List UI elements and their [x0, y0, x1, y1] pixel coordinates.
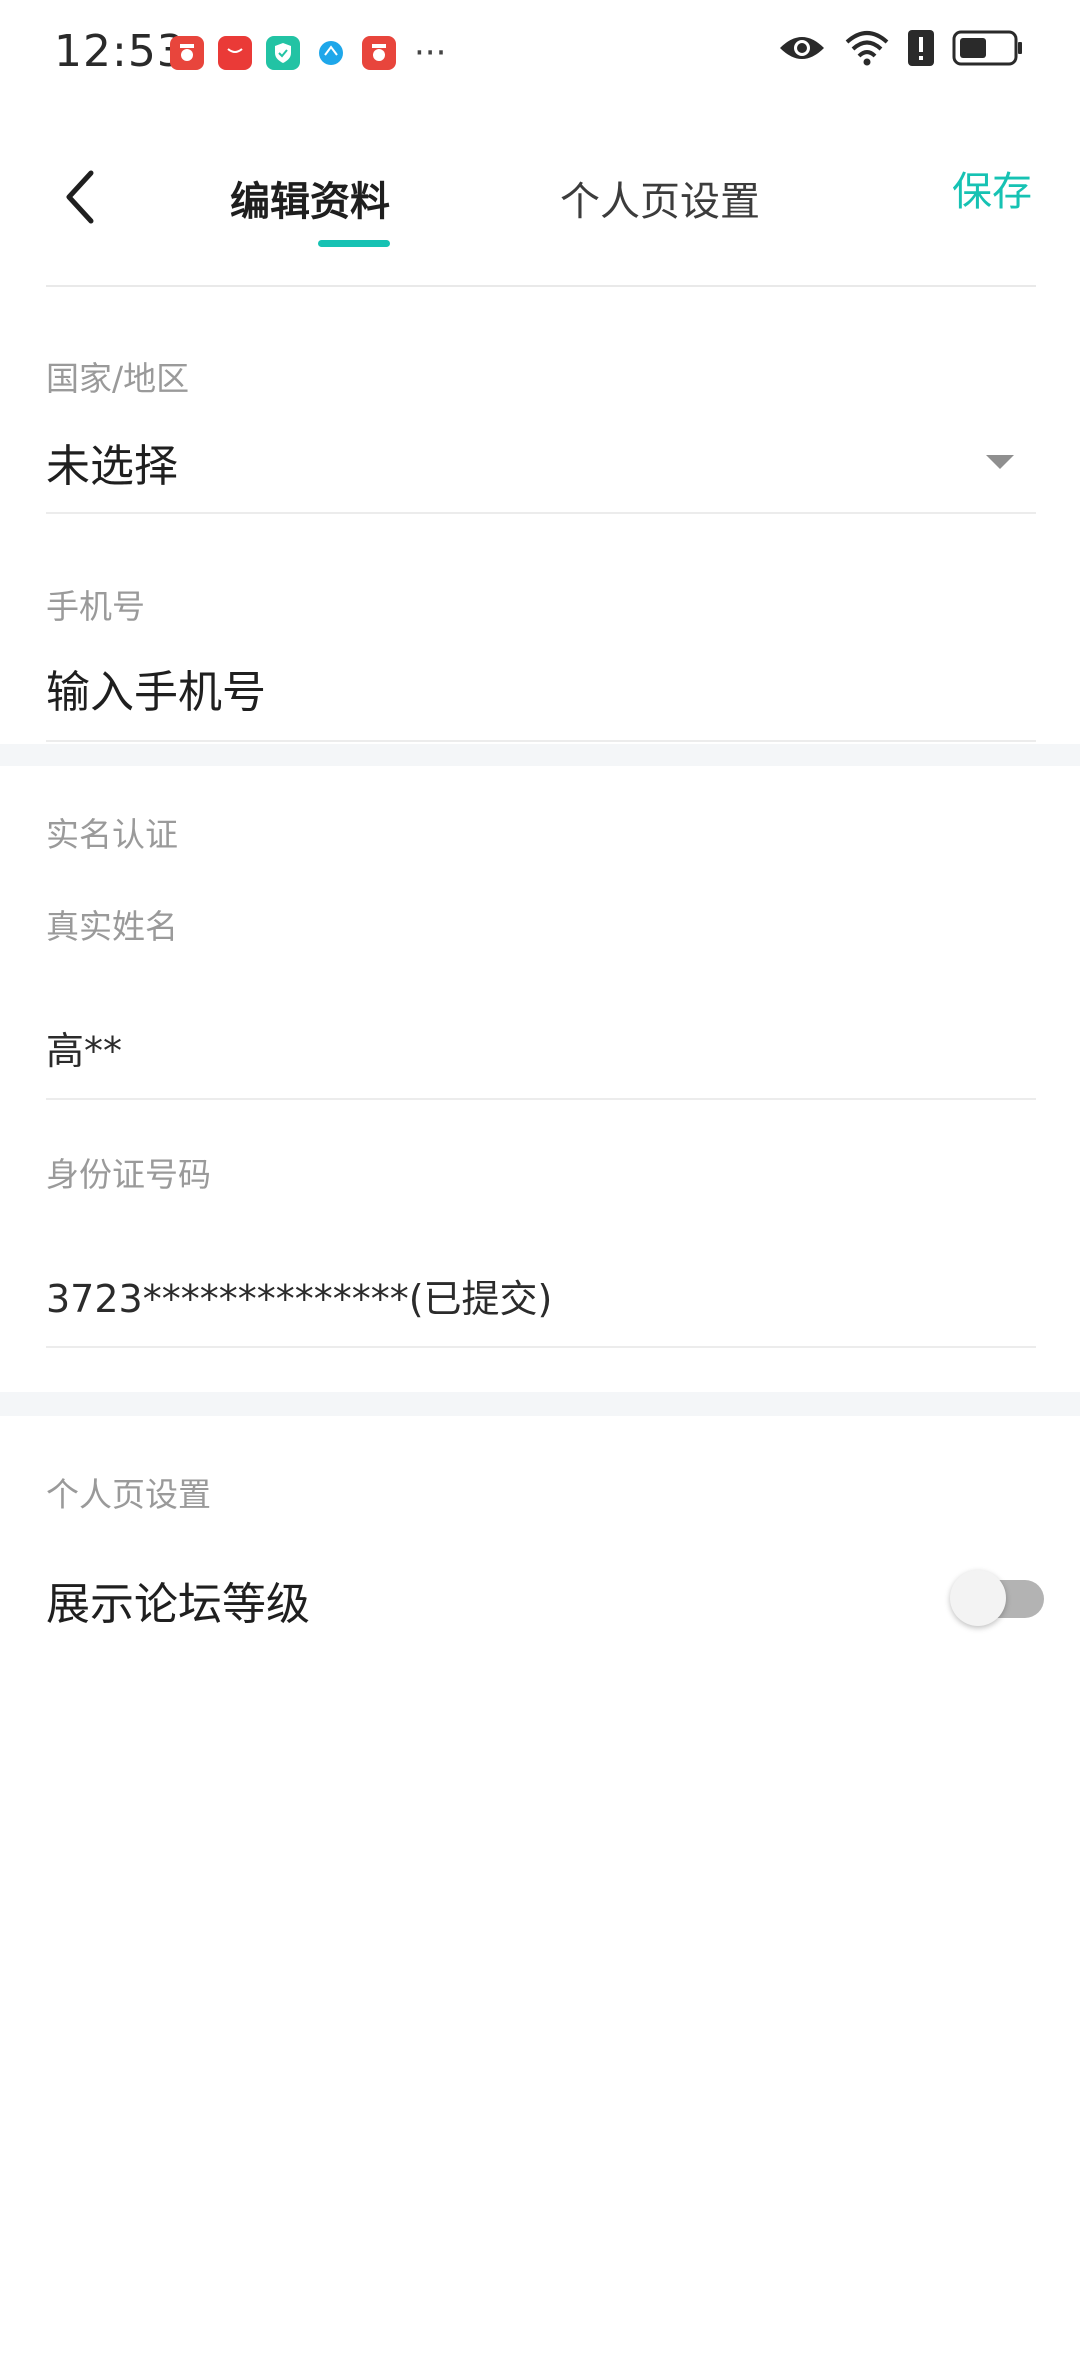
toggle-knob [950, 1570, 1006, 1626]
realname-value: 高** [46, 1029, 123, 1073]
wifi-icon [845, 31, 889, 66]
id-number-divider [46, 1346, 1036, 1348]
id-number-label: 身份证号码 [46, 1155, 211, 1194]
region-value: 未选择 [46, 441, 178, 492]
caret-down-icon [986, 455, 1014, 469]
realname-label: 真实姓名 [46, 907, 178, 946]
more-notifications-icon: ··· [414, 33, 447, 73]
alert-icon [908, 30, 934, 66]
region-divider [46, 512, 1036, 514]
red-app-icon [170, 36, 204, 70]
system-status-icons [760, 30, 1024, 66]
show-forum-level-label: 展示论坛等级 [46, 1579, 310, 1630]
blue-app-icon [314, 36, 348, 70]
tab-edit-profile[interactable]: 编辑资料 [230, 172, 390, 232]
status-time: 12:53 [54, 26, 186, 77]
back-button[interactable] [46, 162, 116, 232]
realname-section-title: 实名认证 [46, 815, 178, 854]
chevron-left-icon [66, 170, 94, 224]
edit-profile-page: 12:53 ··· 编辑资料 个人页设置 保存 国家/地区 未选择 手机号 输入… [0, 0, 1080, 2375]
personal-settings-title: 个人页设置 [46, 1475, 211, 1514]
phone-divider [46, 740, 1036, 742]
section-separator [0, 1392, 1080, 1416]
status-bar: 12:53 ··· [0, 0, 1080, 110]
battery-icon [952, 30, 1022, 66]
header-bar: 编辑资料 个人页设置 保存 [0, 140, 1080, 286]
header-divider [46, 285, 1036, 287]
active-tab-indicator [318, 240, 390, 247]
eye-icon [780, 37, 824, 59]
tab-personal-settings[interactable]: 个人页设置 [560, 172, 760, 232]
save-button[interactable]: 保存 [952, 162, 1032, 222]
id-number-value: 3723**************(已提交) [46, 1277, 553, 1321]
show-forum-level-toggle[interactable] [950, 1566, 1046, 1626]
red-app-icon [362, 36, 396, 70]
notification-icons: ··· [170, 36, 446, 70]
phone-label: 手机号 [46, 587, 145, 626]
region-label: 国家/地区 [46, 359, 190, 398]
shield-app-icon [266, 36, 300, 70]
huawei-app-icon [218, 36, 252, 70]
phone-input[interactable]: 输入手机号 [46, 656, 266, 720]
realname-divider [46, 1098, 1036, 1100]
region-select[interactable]: 未选择 [0, 420, 1080, 510]
section-separator [0, 744, 1080, 766]
